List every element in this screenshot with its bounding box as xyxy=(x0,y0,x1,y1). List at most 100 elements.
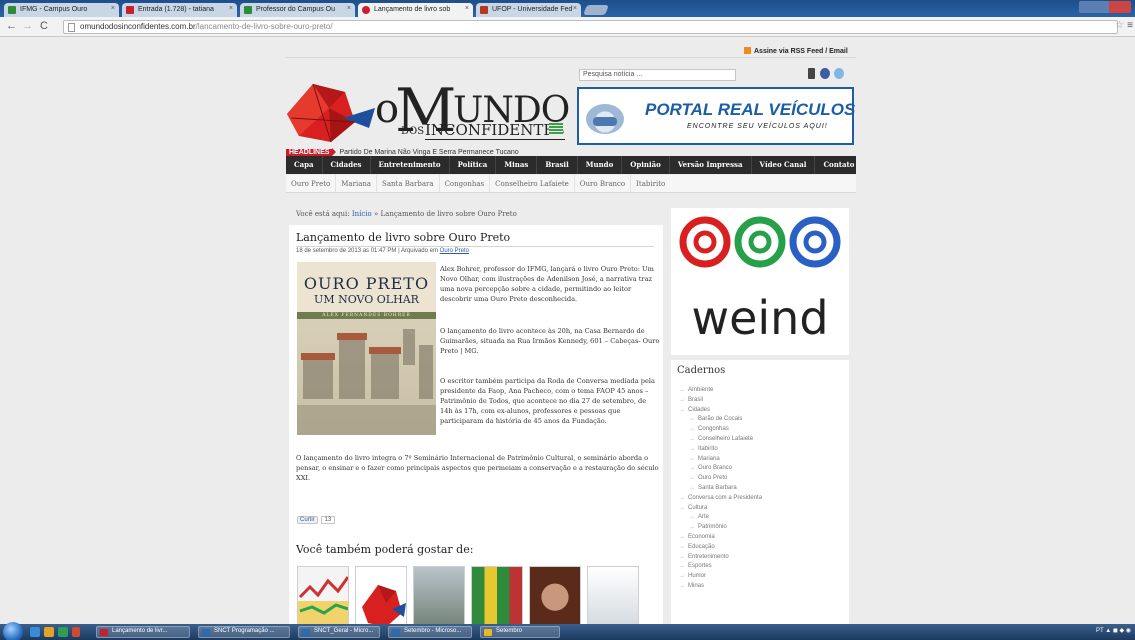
close-tab-icon[interactable]: × xyxy=(229,5,233,12)
sidebar-ad[interactable]: weind xyxy=(671,208,849,355)
rss-link[interactable]: Assine via RSS Feed / Email xyxy=(744,47,848,55)
subnav-item-mariana[interactable]: Mariana xyxy=(336,175,378,192)
arrow-icon: → xyxy=(689,484,695,491)
caderno-subitem[interactable]: → Conselheiro Lafaiete xyxy=(679,435,845,445)
window-controls[interactable] xyxy=(1079,1,1131,13)
nav-item-contato[interactable]: Contato xyxy=(815,156,862,174)
language-indicator[interactable]: PT xyxy=(1096,628,1104,634)
related-thumbnail[interactable] xyxy=(413,566,465,624)
new-tab-button[interactable] xyxy=(583,5,609,15)
taskbar-window-button[interactable]: Lançamento de livr... xyxy=(96,626,190,638)
caderno-label: Itabirito xyxy=(698,445,718,452)
portal-real-veiculos-banner[interactable]: PORTAL REAL VEÍCULOS ENCONTRE SEU VEÍCUL… xyxy=(577,87,855,145)
quicklaunch-icon[interactable] xyxy=(72,627,80,637)
browser-tab[interactable]: IFMG - Campus Ouro × xyxy=(4,3,119,17)
caderno-subitem[interactable]: → Arte xyxy=(679,513,845,523)
related-thumbnail[interactable] xyxy=(355,566,407,624)
breadcrumb-home-link[interactable]: Início xyxy=(352,210,372,218)
nav-item-politica[interactable]: Política xyxy=(450,156,497,174)
browser-tab-active[interactable]: Lançamento de livro sob × xyxy=(358,3,473,17)
headline-link[interactable]: Partido De Marina Não Vinga E Serra Perm… xyxy=(339,149,518,156)
taskbar-window-button[interactable]: Setembro xyxy=(480,626,560,638)
caderno-label: Conselheiro Lafaiete xyxy=(698,435,754,442)
reload-icon[interactable]: C xyxy=(40,20,48,32)
subnav-item-santa-barbara[interactable]: Santa Barbara xyxy=(377,175,440,192)
category-link[interactable]: Ouro Preto xyxy=(440,248,469,254)
caderno-subitem[interactable]: → Mariana xyxy=(679,455,845,465)
caderno-item[interactable]: → Cidades xyxy=(679,406,845,416)
browser-tab-bar: IFMG - Campus Ouro × Entrada (1.728) - t… xyxy=(0,0,1135,17)
caderno-subitem[interactable]: → Barão de Cocais xyxy=(679,415,845,425)
caderno-item[interactable]: → Humor xyxy=(679,572,845,582)
twitter-icon[interactable] xyxy=(834,68,844,79)
close-tab-icon[interactable]: × xyxy=(347,5,351,12)
subnav-item-itabirito[interactable]: Itabirito xyxy=(631,175,670,192)
caderno-subitem[interactable]: → Congonhas xyxy=(679,425,845,435)
caderno-item[interactable]: → Educação xyxy=(679,543,845,553)
browser-tab[interactable]: Professor do Campus Ou × xyxy=(240,3,355,17)
caderno-subitem[interactable]: → Itabirito xyxy=(679,445,845,455)
arrow-icon: → xyxy=(679,543,685,550)
network-icon[interactable] xyxy=(808,68,815,79)
nav-item-brasil[interactable]: Brasil xyxy=(537,156,578,174)
minimize-maximize-icon[interactable] xyxy=(1079,1,1109,13)
nav-item-minas[interactable]: Minas xyxy=(496,156,538,174)
related-thumbnail[interactable] xyxy=(529,566,581,624)
start-button[interactable] xyxy=(3,622,23,640)
nav-item-opiniao[interactable]: Opinião xyxy=(622,156,670,174)
browser-tab[interactable]: Entrada (1.728) - tatiana × xyxy=(122,3,237,17)
nav-item-cidades[interactable]: Cidades xyxy=(323,156,371,174)
arrow-icon: → xyxy=(689,435,695,442)
caderno-item[interactable]: → Entretenimento xyxy=(679,553,845,563)
taskbar-window-button[interactable]: Setembro - Microso... xyxy=(388,626,472,638)
favicon-icon xyxy=(362,6,370,14)
subnav-item-conselheiro-lafaiete[interactable]: Conselheiro Lafaiete xyxy=(490,175,575,192)
related-thumbnail[interactable] xyxy=(471,566,523,624)
nav-item-versao-impressa[interactable]: Versão Impressa xyxy=(670,156,752,174)
article: Lançamento de livro sobre Ouro Preto 18 … xyxy=(289,225,663,624)
bookmark-star-icon[interactable]: ☆ xyxy=(1115,20,1124,31)
caderno-subitem[interactable]: → Ouro Branco xyxy=(679,464,845,474)
caderno-item[interactable]: → Conversa com a Presidenta xyxy=(679,494,845,504)
back-icon[interactable]: ← xyxy=(6,20,17,32)
taskbar-window-button[interactable]: SNCT Programação ... xyxy=(198,626,290,638)
nav-item-video-canal[interactable]: Vídeo Canal xyxy=(752,156,816,174)
caderno-item[interactable]: → Economia xyxy=(679,533,845,543)
browser-tab[interactable]: UFOP - Universidade Fed × xyxy=(476,3,581,17)
forward-icon[interactable]: → xyxy=(22,20,33,32)
subnav-item-ouro-preto[interactable]: Ouro Preto xyxy=(286,175,337,192)
close-tab-icon[interactable]: × xyxy=(465,5,469,12)
caderno-subitem[interactable]: → Ouro Preto xyxy=(679,474,845,484)
url-host: omundodosinconfidentes.com.br xyxy=(80,22,196,31)
caderno-subitem[interactable]: → Santa Barbara xyxy=(679,484,845,494)
taskbar-window-button[interactable]: SNCT_Geral - Micro... xyxy=(298,626,380,638)
caderno-item[interactable]: → Ambiente xyxy=(679,386,845,396)
facebook-icon[interactable] xyxy=(820,68,830,79)
close-tab-icon[interactable]: × xyxy=(573,5,577,12)
system-tray[interactable]: PT ▲ ◼ ◆ ◉ xyxy=(1096,627,1131,634)
site-logo[interactable]: o M UNDO DOS INCONFIDENTES xyxy=(283,76,573,146)
subnav-item-ouro-branco[interactable]: Ouro Branco xyxy=(575,175,632,192)
quicklaunch-icon[interactable] xyxy=(44,627,54,637)
caderno-item[interactable]: → Esportes xyxy=(679,562,845,572)
address-bar[interactable]: omundodosinconfidentes.com.br/lancamento… xyxy=(63,20,1118,34)
ad-wordmark: weind xyxy=(691,291,828,345)
search-input[interactable]: Pesquisa notícia ... xyxy=(579,69,736,81)
caderno-item[interactable]: → Minas xyxy=(679,582,845,592)
close-tab-icon[interactable]: × xyxy=(111,5,115,12)
caderno-item[interactable]: → Brasil xyxy=(679,396,845,406)
nav-item-capa[interactable]: Capa xyxy=(286,156,323,174)
subnav-item-congonhas[interactable]: Congonhas xyxy=(440,175,491,192)
nav-item-entretenimento[interactable]: Entretenimento xyxy=(371,156,450,174)
menu-icon[interactable]: ≡ xyxy=(1127,20,1133,31)
caderno-item[interactable]: → Cultura xyxy=(679,504,845,514)
related-thumbnail[interactable] xyxy=(587,566,639,624)
quicklaunch-icon[interactable] xyxy=(30,627,40,637)
caderno-subitem[interactable]: → Patrimônio xyxy=(679,523,845,533)
quicklaunch-icon[interactable] xyxy=(58,627,68,637)
nav-item-mundo[interactable]: Mundo xyxy=(578,156,623,174)
related-thumbnail[interactable] xyxy=(297,566,349,624)
book-illustration xyxy=(297,319,436,435)
like-button[interactable]: Curtir xyxy=(297,516,318,524)
arrow-icon: → xyxy=(689,524,695,531)
